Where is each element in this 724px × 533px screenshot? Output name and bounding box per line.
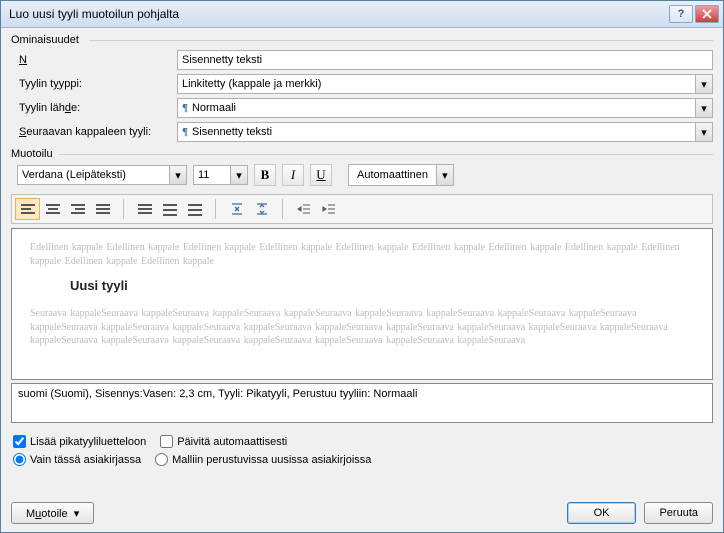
titlebar: Luo uusi tyyli muotoilun pohjalta ? bbox=[1, 1, 723, 28]
chevron-down-icon[interactable]: ▾ bbox=[695, 99, 712, 117]
dialog-window: Luo uusi tyyli muotoilun pohjalta ? Omin… bbox=[0, 0, 724, 533]
next-style-label: Seuraavan kappaleen tyyli: bbox=[11, 126, 177, 138]
spacing-2-button[interactable] bbox=[182, 198, 207, 220]
add-quickstyle-checkbox[interactable]: Lisää pikatyyliluetteloon bbox=[13, 435, 146, 448]
dialog-title: Luo uusi tyyli muotoilun pohjalta bbox=[9, 7, 669, 21]
paragraph-icon: ¶ bbox=[182, 126, 188, 138]
preview-before-text: Edellinen kappale Edellinen kappale Edel… bbox=[30, 241, 694, 268]
underline-button[interactable]: U bbox=[310, 164, 332, 186]
name-label: N bbox=[11, 54, 177, 66]
indent-increase-button[interactable] bbox=[316, 198, 341, 220]
spacing-1-button[interactable] bbox=[132, 198, 157, 220]
style-description: suomi (Suomi), Sisennys:Vasen: 2,3 cm, T… bbox=[11, 383, 713, 423]
font-color-combo[interactable]: Automaattinen ▾ bbox=[348, 164, 454, 186]
chevron-down-icon[interactable]: ▾ bbox=[230, 166, 247, 184]
align-center-button[interactable] bbox=[40, 198, 65, 220]
ok-button[interactable]: OK bbox=[567, 502, 637, 524]
separator bbox=[282, 199, 283, 219]
chevron-down-icon[interactable]: ▾ bbox=[695, 123, 712, 141]
align-left-button[interactable] bbox=[15, 198, 40, 220]
preview-after-text: Seuraava kappaleSeuraava kappaleSeuraava… bbox=[30, 307, 694, 348]
style-type-combo[interactable]: Linkitetty (kappale ja merkki) ▾ bbox=[177, 74, 713, 94]
space-before-inc-button[interactable] bbox=[224, 198, 249, 220]
format-menu-button[interactable]: Muotoile ▾ bbox=[11, 502, 94, 524]
auto-update-checkbox[interactable]: Päivitä automaattisesti bbox=[160, 435, 287, 448]
properties-group-label: Ominaisuudet bbox=[11, 34, 713, 46]
font-size-combo[interactable]: 11 ▾ bbox=[193, 165, 248, 185]
chevron-down-icon[interactable]: ▾ bbox=[169, 166, 186, 184]
help-button[interactable]: ? bbox=[669, 5, 693, 23]
font-name-combo[interactable]: Verdana (Leipäteksti) ▾ bbox=[17, 165, 187, 185]
name-input[interactable] bbox=[177, 50, 713, 70]
style-preview: Edellinen kappale Edellinen kappale Edel… bbox=[11, 228, 713, 380]
new-docs-template-radio[interactable]: Malliin perustuvissa uusissa asiakirjois… bbox=[155, 453, 371, 466]
preview-sample-text: Uusi tyyli bbox=[70, 278, 694, 293]
based-on-combo[interactable]: ¶Normaali ▾ bbox=[177, 98, 713, 118]
only-this-doc-radio[interactable]: Vain tässä asiakirjassa bbox=[13, 453, 141, 466]
style-type-label: Tyylin tyyppi: bbox=[11, 78, 177, 90]
close-button[interactable] bbox=[695, 5, 719, 23]
spacing-1-5-button[interactable] bbox=[157, 198, 182, 220]
bold-button[interactable]: B bbox=[254, 164, 276, 186]
chevron-down-icon[interactable]: ▾ bbox=[695, 75, 712, 93]
formatting-group-label: Muotoilu bbox=[11, 148, 713, 160]
separator bbox=[123, 199, 124, 219]
paragraph-toolbar bbox=[11, 194, 713, 224]
italic-button[interactable]: I bbox=[282, 164, 304, 186]
cancel-button[interactable]: Peruuta bbox=[644, 502, 713, 524]
space-before-dec-button[interactable] bbox=[249, 198, 274, 220]
based-on-label: Tyylin lähde: bbox=[11, 102, 177, 114]
next-style-combo[interactable]: ¶Sisennetty teksti ▾ bbox=[177, 122, 713, 142]
separator bbox=[215, 199, 216, 219]
align-right-button[interactable] bbox=[65, 198, 90, 220]
align-justify-button[interactable] bbox=[90, 198, 115, 220]
paragraph-icon: ¶ bbox=[182, 102, 188, 114]
chevron-down-icon[interactable]: ▾ bbox=[436, 165, 453, 185]
indent-decrease-button[interactable] bbox=[291, 198, 316, 220]
